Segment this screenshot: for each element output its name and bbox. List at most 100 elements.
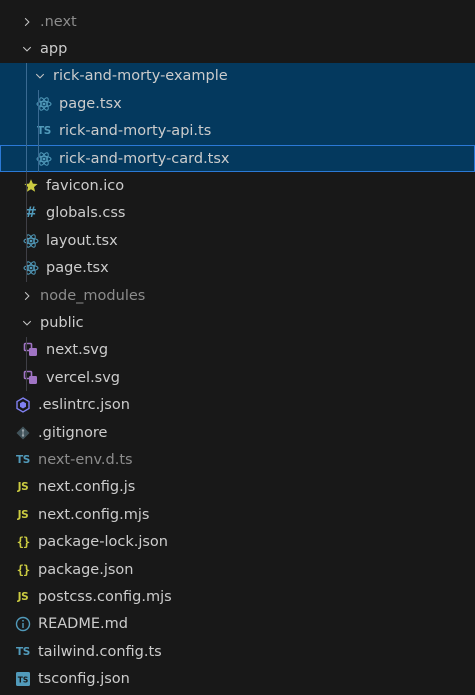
typescript-icon: TS (14, 644, 32, 660)
typescript-icon: TS (14, 452, 32, 468)
svg-text:TS: TS (18, 676, 29, 685)
tree-item-label: next.config.js (38, 479, 136, 496)
chevron-down-icon[interactable] (33, 69, 47, 83)
chevron-down-icon[interactable] (20, 316, 34, 330)
file-item-readme-md[interactable]: README.md (0, 611, 475, 638)
svg-file-icon (22, 370, 40, 386)
eslint-icon (14, 397, 32, 413)
file-tree: .next app rick-and-morty-example page.tsx TS… (0, 8, 475, 693)
tree-item-label: tailwind.config.ts (38, 643, 162, 660)
tree-item-label: page.tsx (59, 95, 122, 112)
file-item-page-tsx[interactable]: page.tsx (0, 254, 475, 282)
tree-item-label: vercel.svg (46, 369, 121, 386)
file-item-layout-tsx[interactable]: layout.tsx (0, 227, 475, 255)
react-icon (22, 233, 40, 249)
typescript-icon-text: TS (15, 645, 31, 658)
typescript-icon-text: TS (15, 453, 31, 466)
file-item-tailwind-config-ts[interactable]: TS tailwind.config.ts (0, 638, 475, 665)
file-item-next-env-d-ts[interactable]: TS next-env.d.ts (0, 446, 475, 473)
tree-item-label: layout.tsx (46, 232, 118, 249)
tree-item-label: .gitignore (38, 424, 108, 441)
file-explorer: .next app rick-and-morty-example page.tsx TS… (0, 0, 475, 695)
indent-guide (26, 62, 27, 91)
tree-item-label: next.svg (46, 342, 109, 359)
chevron-right-icon[interactable] (20, 15, 34, 29)
info-icon (14, 616, 32, 632)
tree-item-label: next.config.mjs (38, 506, 150, 523)
react-icon (22, 260, 40, 276)
json-icon: {} (14, 534, 32, 550)
json-icon-text: {} (16, 535, 30, 550)
indent-guide (26, 336, 27, 365)
file-item-postcss-config-mjs[interactable]: JS postcss.config.mjs (0, 583, 475, 610)
explorer-toolbar (381, 0, 465, 5)
javascript-icon: JS (14, 589, 32, 605)
file-item-page-tsx[interactable]: page.tsx (0, 90, 475, 118)
file-item-next-config-mjs[interactable]: JS next.config.mjs (0, 501, 475, 528)
file-item-globals-css[interactable]: # globals.css (0, 199, 475, 228)
file-item-gitignore[interactable]: .gitignore (0, 419, 475, 446)
tsconfig-icon: TS (14, 671, 32, 687)
javascript-icon: JS (14, 479, 32, 495)
file-item-next-svg[interactable]: next.svg (0, 336, 475, 365)
file-item-favicon-ico[interactable]: favicon.ico (0, 172, 475, 200)
tree-item-label: globals.css (46, 205, 126, 222)
indent-guide (38, 144, 39, 173)
svg-file-icon (22, 342, 40, 358)
indent-guide (26, 117, 27, 145)
indent-guide (26, 254, 27, 282)
tree-item-label: favicon.ico (46, 178, 125, 195)
indent-guide (38, 90, 39, 118)
refresh-icon[interactable] (429, 0, 441, 5)
tree-item-label: .next (40, 13, 77, 30)
javascript-icon-text: JS (17, 508, 29, 521)
indent-guide (26, 364, 27, 392)
git-icon (14, 425, 32, 441)
tree-item-label: rick-and-morty-example (53, 68, 228, 85)
tree-item-label: page.tsx (46, 260, 109, 277)
tree-item-label: tsconfig.json (38, 671, 130, 688)
json-icon: {} (14, 562, 32, 578)
file-item-package-json[interactable]: {} package.json (0, 556, 475, 583)
star-icon (22, 178, 40, 194)
file-item-rick-and-morty-card-tsx[interactable]: rick-and-morty-card.tsx (0, 144, 475, 173)
tree-item-label: README.md (38, 616, 128, 633)
tree-item-label: postcss.config.mjs (38, 588, 172, 605)
tree-item-label: rick-and-morty-card.tsx (59, 150, 230, 167)
typescript-icon-text: TS (36, 125, 52, 138)
file-item-tsconfig-json[interactable]: TS tsconfig.json (0, 665, 475, 692)
tree-item-label: .eslintrc.json (38, 397, 130, 414)
folder-item-public[interactable]: public (0, 309, 475, 336)
folder-item-node-modules[interactable]: node_modules (0, 282, 475, 309)
tree-item-label: next-env.d.ts (38, 451, 133, 468)
new-file-icon[interactable] (381, 0, 393, 5)
javascript-icon-text: JS (17, 481, 29, 494)
file-item-vercel-svg[interactable]: vercel.svg (0, 364, 475, 392)
indent-guide (26, 144, 27, 173)
collapse-all-icon[interactable] (453, 0, 465, 5)
tree-item-label: package.json (38, 561, 134, 578)
file-item-next-config-js[interactable]: JS next.config.js (0, 474, 475, 501)
chevron-down-icon[interactable] (20, 42, 34, 56)
indent-guide (26, 90, 27, 118)
folder-item-rick-and-morty-example[interactable]: rick-and-morty-example (0, 62, 475, 91)
javascript-icon-text: JS (17, 590, 29, 603)
file-item-rick-and-morty-api-ts[interactable]: TS rick-and-morty-api.ts (0, 117, 475, 145)
css-hash-icon: # (22, 205, 40, 221)
json-icon-text: {} (16, 562, 30, 577)
new-folder-icon[interactable] (405, 0, 417, 5)
tree-item-label: public (40, 314, 84, 331)
chevron-right-icon[interactable] (20, 289, 34, 303)
tree-item-label: app (40, 41, 68, 58)
javascript-icon: JS (14, 507, 32, 523)
indent-guide (26, 172, 27, 200)
folder-item-app[interactable]: app (0, 35, 475, 62)
indent-guide (38, 117, 39, 145)
tree-item-label: package-lock.json (38, 534, 168, 551)
file-item-package-lock-json[interactable]: {} package-lock.json (0, 528, 475, 555)
tree-item-label: rick-and-morty-api.ts (59, 123, 212, 140)
file-item-eslintrc-json[interactable]: .eslintrc.json (0, 391, 475, 418)
indent-guide (26, 227, 27, 255)
folder-item-next[interactable]: .next (0, 8, 475, 35)
indent-guide (26, 199, 27, 228)
